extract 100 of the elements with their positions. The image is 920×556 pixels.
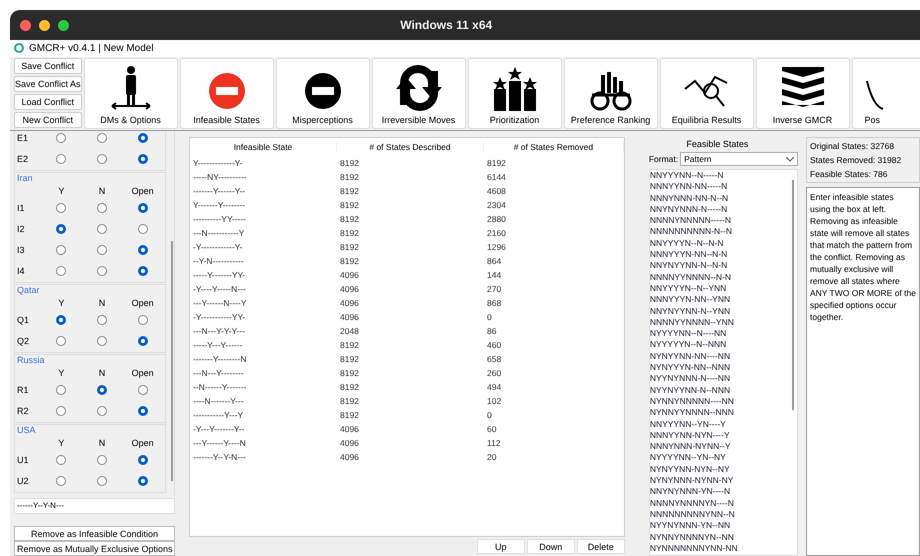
option-label: U1 <box>17 454 29 464</box>
tool-tab[interactable]: Infeasible States <box>180 58 274 129</box>
state-item: NYYNYNNN-N----NN <box>650 373 732 385</box>
table-cell-text: -----Y-------YY- <box>192 270 246 280</box>
table-cell-text: 2160 <box>486 228 507 238</box>
table-cell-text: -Y----Y-----N--- <box>192 284 247 294</box>
option-label: E1 <box>17 132 28 142</box>
state-item: NNYNYYNN-N--N-N <box>650 260 728 272</box>
table-cell-text: -------Y------Y-- <box>192 186 246 196</box>
table-cell-text: ----N-------Y--- <box>192 396 245 406</box>
option-label: R2 <box>17 406 29 416</box>
state-item: NNYYYYN--N--N-N <box>650 238 724 250</box>
group-label: USA <box>17 425 37 436</box>
table-cell-text: 8192 <box>339 158 360 168</box>
file-button[interactable]: New Conflict <box>14 112 82 128</box>
tool-tab[interactable]: Misperceptions <box>276 58 370 129</box>
column-header: # of States Removed <box>484 142 624 152</box>
group-label: Iran <box>17 173 34 184</box>
state-item: NYYYYNN--YN--NY <box>650 452 727 464</box>
column-header: N <box>98 368 106 378</box>
state-item: NNYYYNN--N-----N <box>650 170 724 182</box>
table-cell-text: 8192 <box>339 340 360 350</box>
panel-title: Feasible States <box>685 138 750 151</box>
state-item: NYNNYNNNNYN--NN <box>650 532 735 543</box>
state-item: NNNNNNNNNN-N--N <box>650 226 733 238</box>
table-cell-text: 8192 <box>339 256 360 266</box>
tool-tab[interactable]: Inverse GMCR <box>756 58 850 129</box>
column-header: Y <box>58 438 64 448</box>
table-cell-text: -Y-----------YY- <box>192 312 246 322</box>
table-button[interactable]: Delete <box>576 539 625 554</box>
option-label: Q2 <box>17 336 30 346</box>
tool-tab[interactable]: Pos <box>852 58 920 129</box>
table-cell-text: 8192 <box>339 382 360 392</box>
column-header: Y <box>58 298 64 308</box>
state-item: NYNYNNN-NYNN-NY <box>650 475 734 486</box>
table-button[interactable]: Down <box>526 539 575 554</box>
host-title: Windows 11 x64 <box>400 18 492 32</box>
state-item: NNNNYNNNNYN----N <box>650 498 735 509</box>
table-cell-text: 102 <box>486 396 502 406</box>
table-cell-text: 658 <box>486 354 502 364</box>
action-button[interactable]: Remove as Infeasible Condition <box>14 526 175 542</box>
option-label: I2 <box>17 224 25 234</box>
table-cell-text: Y-------Y-------- <box>192 200 246 210</box>
tool-tab[interactable]: DMs & Options <box>84 58 178 129</box>
state-item: NYNNYNNNNN----NN <box>650 396 735 408</box>
state-item: NYNYYNN-NN----NN <box>650 350 732 362</box>
file-button[interactable]: Save Conflict As <box>14 76 82 92</box>
state-item: NYYYYYN--N--NNN <box>650 339 728 351</box>
state-item: NNNNYYNNNN--N-N <box>650 272 732 283</box>
table-cell-text: 270 <box>486 284 502 294</box>
format-select[interactable]: Pattern <box>680 152 798 166</box>
table-cell-text: Y-------------Y- <box>192 158 244 168</box>
state-item: NNYYYNN--YN----Y <box>650 418 727 430</box>
tool-tab[interactable]: Prioritization <box>468 58 562 129</box>
table-cell-text: 494 <box>486 382 502 392</box>
table-cell-text: 6144 <box>486 172 507 182</box>
state-item: NNNNYYNNNN--YNN <box>650 316 735 328</box>
table-cell-text: ---N---Y-------- <box>192 368 245 378</box>
table-cell-text: 0 <box>486 410 493 420</box>
option-label: I4 <box>17 266 25 276</box>
option-label: E2 <box>17 154 28 164</box>
window-title: GMCR+ v0.4.1 | New Model <box>29 43 154 54</box>
file-button[interactable]: Load Conflict <box>14 94 82 110</box>
state-item: NNNYNNN-NYNN--Y <box>650 441 732 452</box>
table-cell-text: 8192 <box>339 396 360 406</box>
option-label: R1 <box>17 384 29 394</box>
table-cell-text: 4096 <box>339 452 360 462</box>
table-cell-text: --N------Y------- <box>192 382 248 392</box>
table-cell-text: -----NY---------- <box>192 172 248 182</box>
table-cell-text: ---Y------N----Y <box>192 298 248 308</box>
tool-tab[interactable]: Equilibria Results <box>660 58 754 129</box>
table-button[interactable]: Up <box>476 539 525 554</box>
table-cell-text: 4096 <box>339 438 360 448</box>
table-cell-text: 8192 <box>339 242 360 252</box>
tool-tab[interactable]: Irreversible Moves <box>372 58 466 129</box>
table-cell-text: 2304 <box>486 200 507 210</box>
tool-tab[interactable]: Preference Ranking <box>564 58 658 129</box>
state-item: NYNYYNN-NYN--NY <box>650 464 731 476</box>
summary-line: Original States: 32768 <box>810 140 896 153</box>
column-header: N <box>98 186 106 196</box>
column-header: Y <box>58 368 64 378</box>
state-item: NYNNYYNNNN--NNN <box>650 407 735 419</box>
table-cell-text: 4096 <box>339 270 360 280</box>
help-text: Enter infeasible states using the box at left. Removing as infeasible state will remove all states that match the pattern from the conflict. Removing as mutually exclusive will remove all states where ANY TWO OR MORE of the specified options occur together. <box>810 191 916 323</box>
pattern-field[interactable]: ------Y--Y-N--- <box>14 498 175 514</box>
table-cell-text: 868 <box>486 298 502 308</box>
table-cell-text: 2048 <box>339 326 360 336</box>
table-cell-text: 8192 <box>339 410 360 420</box>
table-cell-text: 8192 <box>339 354 360 364</box>
table-cell-text: 60 <box>486 424 498 434</box>
table-cell-text: -Y------------Y- <box>192 242 244 252</box>
table-cell-text: 112 <box>486 438 502 448</box>
option-label: U2 <box>17 476 29 486</box>
option-label: I1 <box>17 202 25 212</box>
table-cell-text: 864 <box>486 256 502 266</box>
group-label: Russia <box>17 355 46 366</box>
action-button[interactable]: Remove as Mutually Exclusive Options <box>14 541 175 556</box>
file-button[interactable]: Save Conflict <box>14 58 82 74</box>
table-cell-text: 4608 <box>486 186 507 196</box>
table-cell-text: 4096 <box>339 284 360 294</box>
